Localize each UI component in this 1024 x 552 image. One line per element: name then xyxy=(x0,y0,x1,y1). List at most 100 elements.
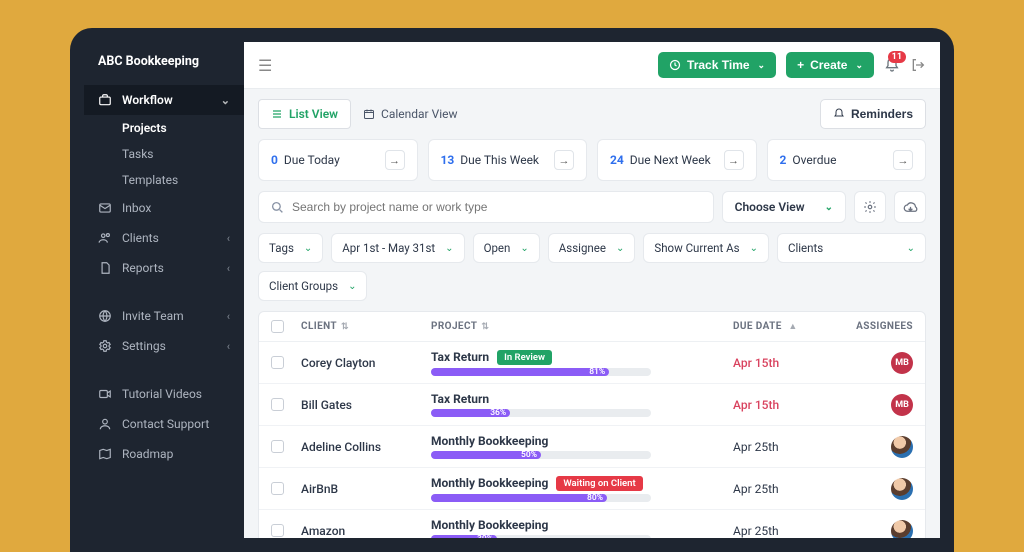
envelope-icon xyxy=(98,201,112,215)
project-cell: Monthly Bookkeeping Waiting on Client 80… xyxy=(431,476,733,502)
filter-assignee[interactable]: Assignee⌄ xyxy=(548,233,636,263)
filter-daterange[interactable]: Apr 1st - May 31st⌄ xyxy=(331,233,464,263)
sort-icon: ⇅ xyxy=(341,322,349,332)
col-due[interactable]: DUE DATE ▲ xyxy=(733,321,843,332)
assignee-cell: MB xyxy=(843,352,913,374)
create-button[interactable]: + Create ⌄ xyxy=(786,52,874,78)
stat-number: 24 xyxy=(610,153,624,167)
clock-icon xyxy=(669,59,681,71)
arrow-right-icon: → xyxy=(385,150,405,170)
settings-icon-button[interactable] xyxy=(854,191,886,223)
table-row[interactable]: AirBnB Monthly Bookkeeping Waiting on Cl… xyxy=(259,468,925,510)
sidebar-item-tutorials[interactable]: Tutorial Videos xyxy=(84,379,244,409)
project-cell: Tax Return 36% xyxy=(431,392,733,417)
project-title: Monthly Bookkeeping xyxy=(431,476,548,490)
chevron-down-icon: ⌄ xyxy=(520,243,528,254)
table-header: CLIENT⇅ PROJECT⇅ DUE DATE ▲ ASSIGNEES xyxy=(259,312,925,342)
stat-due-next-week[interactable]: 24 Due Next Week → xyxy=(597,139,757,181)
gear-icon xyxy=(98,339,112,353)
avatar[interactable] xyxy=(891,520,913,539)
plus-icon: + xyxy=(797,58,804,72)
col-project[interactable]: PROJECT⇅ xyxy=(431,321,733,332)
sidebar-item-invite[interactable]: Invite Team ‹ xyxy=(84,301,244,331)
stat-overdue[interactable]: 2 Overdue → xyxy=(767,139,927,181)
select-all-checkbox[interactable] xyxy=(271,320,284,333)
button-label: Create xyxy=(810,58,847,72)
sidebar-item-clients[interactable]: Clients ‹ xyxy=(84,223,244,253)
filter-show-current[interactable]: Show Current As⌄ xyxy=(643,233,769,263)
stat-due-today[interactable]: 0 Due Today → xyxy=(258,139,418,181)
chevron-down-icon: ⌄ xyxy=(907,243,915,254)
table-row[interactable]: Bill Gates Tax Return 36% Apr 15th MB xyxy=(259,384,925,426)
table-row[interactable]: Corey Clayton Tax Return In Review 81% A… xyxy=(259,342,925,384)
track-time-button[interactable]: Track Time ⌄ xyxy=(658,52,776,78)
table-row[interactable]: Amazon Monthly Bookkeeping 30% Apr 25th xyxy=(259,510,925,538)
filter-tags[interactable]: Tags⌄ xyxy=(258,233,323,263)
search-input[interactable] xyxy=(292,200,701,214)
progress-bar: 50% xyxy=(431,451,651,459)
sidebar-item-label: Settings xyxy=(122,339,166,353)
due-date: Apr 15th xyxy=(733,398,843,412)
sidebar-item-reports[interactable]: Reports ‹ xyxy=(84,253,244,283)
notifications-button[interactable]: 11 xyxy=(884,57,900,73)
row-checkbox[interactable] xyxy=(271,482,284,495)
sidebar-sub-tasks[interactable]: Tasks xyxy=(84,141,244,167)
stat-due-this-week[interactable]: 13 Due This Week → xyxy=(428,139,588,181)
stat-label: Overdue xyxy=(792,153,836,167)
chevron-down-icon: ⌄ xyxy=(616,243,624,254)
chevron-left-icon: ‹ xyxy=(227,340,230,353)
chevron-down-icon: ⌄ xyxy=(758,60,766,71)
table-body: Corey Clayton Tax Return In Review 81% A… xyxy=(259,342,925,538)
hamburger-icon[interactable]: ☰ xyxy=(258,56,272,75)
progress-bar: 30% xyxy=(431,535,651,538)
chevron-down-icon: ⌄ xyxy=(445,243,453,254)
table-row[interactable]: Adeline Collins Monthly Bookkeeping 50% … xyxy=(259,426,925,468)
filter-clients[interactable]: Clients⌄ xyxy=(777,233,926,263)
button-label: Track Time xyxy=(687,58,749,72)
project-title: Tax Return xyxy=(431,392,489,406)
choose-view-dropdown[interactable]: Choose View ⌄ xyxy=(722,191,846,223)
filter-client-groups[interactable]: Client Groups⌄ xyxy=(258,271,367,301)
project-title: Monthly Bookkeeping xyxy=(431,518,548,532)
sidebar-item-settings[interactable]: Settings ‹ xyxy=(84,331,244,361)
sidebar-item-roadmap[interactable]: Roadmap xyxy=(84,439,244,469)
content-area: ☰ Track Time ⌄ + Create ⌄ 11 List View xyxy=(244,42,940,538)
stat-label: Due This Week xyxy=(460,153,539,167)
row-checkbox[interactable] xyxy=(271,524,284,537)
main-panel: 0 Due Today → 13 Due This Week → 24 Due … xyxy=(244,139,940,538)
col-client[interactable]: CLIENT⇅ xyxy=(301,321,431,332)
list-icon xyxy=(271,108,283,120)
avatar[interactable] xyxy=(891,436,913,458)
video-icon xyxy=(98,387,112,401)
sidebar-item-inbox[interactable]: Inbox xyxy=(84,193,244,223)
search-box[interactable] xyxy=(258,191,714,223)
row-checkbox[interactable] xyxy=(271,440,284,453)
col-assignees: ASSIGNEES xyxy=(843,321,913,332)
row-checkbox[interactable] xyxy=(271,398,284,411)
tab-label: Calendar View xyxy=(381,107,458,121)
status-tag: In Review xyxy=(497,350,552,365)
reminders-button[interactable]: Reminders xyxy=(820,99,926,129)
exit-icon[interactable] xyxy=(910,57,926,73)
row-checkbox[interactable] xyxy=(271,356,284,369)
filter-status[interactable]: Open⌄ xyxy=(473,233,540,263)
projects-table: CLIENT⇅ PROJECT⇅ DUE DATE ▲ ASSIGNEES Co… xyxy=(258,311,926,538)
button-label: Reminders xyxy=(851,107,913,121)
tab-list-view[interactable]: List View xyxy=(258,99,351,129)
calendar-icon xyxy=(363,108,375,120)
sidebar-item-workflow[interactable]: Workflow ⌄ xyxy=(84,85,244,115)
chevron-down-icon: ⌄ xyxy=(750,243,758,254)
cloud-download-button[interactable] xyxy=(894,191,926,223)
sort-asc-icon: ▲ xyxy=(786,322,798,332)
sidebar-item-label: Roadmap xyxy=(122,447,173,461)
avatar[interactable]: MB xyxy=(891,394,913,416)
sidebar-item-support[interactable]: Contact Support xyxy=(84,409,244,439)
tab-calendar-view[interactable]: Calendar View xyxy=(351,100,470,128)
document-icon xyxy=(98,261,112,275)
avatar[interactable]: MB xyxy=(891,352,913,374)
sidebar-sub-projects[interactable]: Projects xyxy=(84,115,244,141)
progress-bar: 80% xyxy=(431,494,651,502)
sidebar-sub-templates[interactable]: Templates xyxy=(84,167,244,193)
stats-row: 0 Due Today → 13 Due This Week → 24 Due … xyxy=(258,139,926,181)
avatar[interactable] xyxy=(891,478,913,500)
